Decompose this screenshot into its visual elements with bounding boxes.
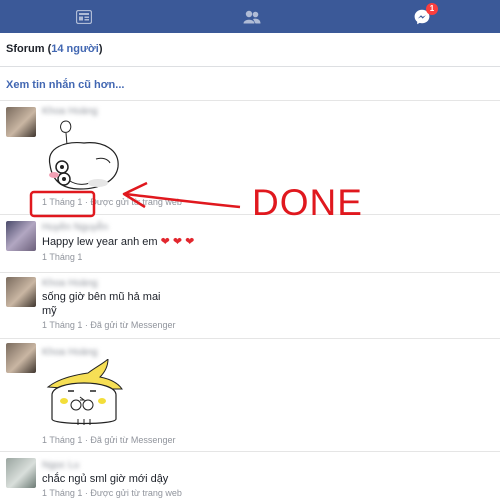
tab-friends[interactable] (222, 0, 282, 33)
avatar[interactable] (6, 221, 36, 251)
message-item: Khoa Hoàng 1 Tháng 1 · Được gửi từ trang… (0, 101, 500, 215)
message-item: Khoa Hoàng 1 Tháng 1 · Đã gửi từ Messeng… (0, 339, 500, 452)
tab-news-feed[interactable] (54, 0, 114, 33)
heart-icon: ❤︎ ❤︎ ❤︎ (160, 236, 195, 248)
avatar[interactable] (6, 277, 36, 307)
sender-name[interactable]: Khoa Hoàng (42, 278, 98, 289)
unread-badge: 1 (426, 3, 438, 15)
message-meta: 1 Tháng 1 (42, 252, 83, 262)
member-count: (14 người) (47, 43, 103, 55)
sender-name[interactable]: Khoa Hoàng (42, 347, 98, 358)
message-meta: 1 Tháng 1 · Được gửi từ trang web (42, 488, 182, 498)
conversation-title: Sforum (14 người) (0, 33, 500, 67)
sticker-cat-with-banana-hat (46, 359, 123, 425)
tab-messenger[interactable]: 1 (392, 0, 452, 33)
avatar[interactable] (6, 343, 36, 373)
message-item: Huyền Nguyễn Happy lew year anh em ❤︎ ❤︎… (0, 215, 500, 273)
avatar[interactable] (6, 107, 36, 137)
group-name: Sforum (6, 43, 45, 55)
message-item: Ngọc Lu chắc ngủ sml giờ mới dậy 1 Tháng… (0, 452, 500, 500)
message-item: Khoa Hoàng sống giờ bên mũ hả mai mỹ 1 T… (0, 273, 500, 339)
message-meta: 1 Tháng 1 · Được gửi từ trang web (42, 197, 182, 207)
news-feed-icon (76, 9, 92, 24)
avatar[interactable] (6, 458, 36, 488)
message-meta: 1 Tháng 1 · Đã gửi từ Messenger (42, 320, 176, 330)
top-nav-bar: 1 (0, 0, 500, 33)
friends-icon (243, 10, 261, 23)
sender-name[interactable]: Huyền Nguyễn (42, 222, 108, 233)
annotation-label: DONE (252, 182, 363, 223)
sender-name[interactable]: Ngọc Lu (42, 460, 79, 471)
message-text: sống giờ bên mũ hả mai mỹ (42, 291, 161, 317)
message-text: Happy lew year anh em ❤︎ ❤︎ ❤︎ (42, 236, 195, 248)
see-older-messages-link[interactable]: Xem tin nhắn cũ hơn... (0, 67, 500, 101)
message-meta: 1 Tháng 1 · Đã gửi từ Messenger (42, 435, 176, 445)
message-text: chắc ngủ sml giờ mới dậy (42, 473, 169, 485)
sender-name[interactable]: Khoa Hoàng (42, 106, 98, 117)
sticker-blob-with-glasses (48, 120, 119, 190)
